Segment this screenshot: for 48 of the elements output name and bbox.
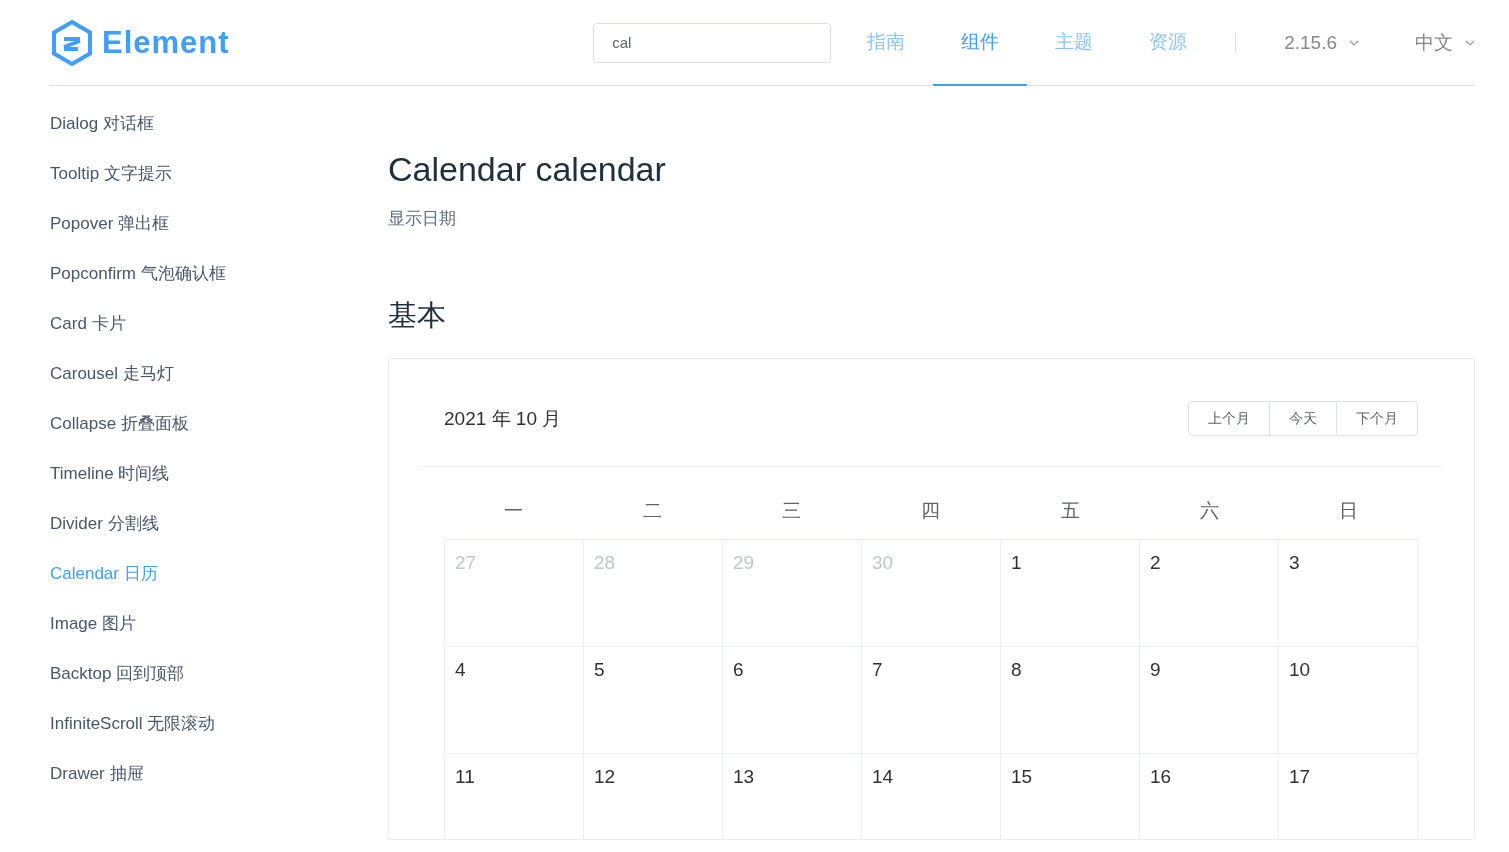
section-heading: 基本 <box>388 298 447 333</box>
day-cell[interactable]: 5 <box>584 647 723 754</box>
sidebar-item[interactable]: Backtop 回到顶部 <box>50 648 388 698</box>
day-cell[interactable]: 2 <box>1140 540 1279 647</box>
calendar-title: 2021 年 10 月 <box>444 406 562 431</box>
weekday-label: 日 <box>1337 499 1359 523</box>
day-cell[interactable]: 17 <box>1279 754 1418 839</box>
sidebar-item[interactable]: Card 卡片 <box>50 298 388 348</box>
sidebar-item[interactable]: Popconfirm 气泡确认框 <box>50 248 388 298</box>
day-cell[interactable]: 1 <box>1001 540 1140 647</box>
day-cell[interactable]: 13 <box>723 754 862 839</box>
logo-icon <box>50 18 94 67</box>
sidebar-item[interactable]: Drawer 抽屉 <box>50 748 388 798</box>
day-cell[interactable]: 7 <box>862 647 1001 754</box>
weekday-label: 三 <box>781 499 803 523</box>
calendar-nav-button[interactable]: 下个月 <box>1336 401 1418 436</box>
language-dropdown[interactable]: 中文 <box>1387 29 1475 56</box>
day-cell[interactable]: 15 <box>1001 754 1140 839</box>
day-cell[interactable]: 14 <box>862 754 1001 839</box>
logo-text: Element <box>102 24 230 61</box>
sidebar-item[interactable]: Popover 弹出框 <box>50 198 388 248</box>
weekday-label: 二 <box>642 499 664 523</box>
day-cell[interactable]: 11 <box>445 754 584 839</box>
sidebar-item[interactable]: Timeline 时间线 <box>50 448 388 498</box>
day-cell[interactable]: 8 <box>1001 647 1140 754</box>
sidebar-item[interactable]: Divider 分割线 <box>50 498 388 548</box>
day-cell[interactable]: 9 <box>1140 647 1279 754</box>
page-title: Calendar calendar <box>388 150 667 189</box>
sidebar-item[interactable]: Image 图片 <box>50 598 388 648</box>
version-dropdown[interactable]: 2.15.6 <box>1256 31 1387 54</box>
day-cell[interactable]: 10 <box>1279 647 1418 754</box>
calendar-nav-button[interactable]: 今天 <box>1269 401 1337 436</box>
day-cell[interactable]: 4 <box>445 647 584 754</box>
day-cell[interactable]: 3 <box>1279 540 1418 647</box>
weekday-label: 六 <box>1198 499 1220 523</box>
day-cell[interactable]: 6 <box>723 647 862 754</box>
day-cell[interactable]: 16 <box>1140 754 1279 839</box>
sidebar-item[interactable]: Dialog 对话框 <box>50 98 388 148</box>
sidebar-item[interactable]: Collapse 折叠面板 <box>50 398 388 448</box>
page-description: 显示日期 <box>388 208 456 230</box>
weekday-label: 五 <box>1059 499 1081 523</box>
calendar-nav-button[interactable]: 上个月 <box>1188 401 1270 436</box>
sidebar-item[interactable]: Tooltip 文字提示 <box>50 148 388 198</box>
sidebar-item[interactable]: Carousel 走马灯 <box>50 348 388 398</box>
weekday-label: 一 <box>503 499 525 523</box>
day-cell[interactable]: 12 <box>584 754 723 839</box>
weekday-label: 四 <box>920 499 942 523</box>
sidebar-item[interactable]: InfiniteScroll 无限滚动 <box>50 698 388 748</box>
